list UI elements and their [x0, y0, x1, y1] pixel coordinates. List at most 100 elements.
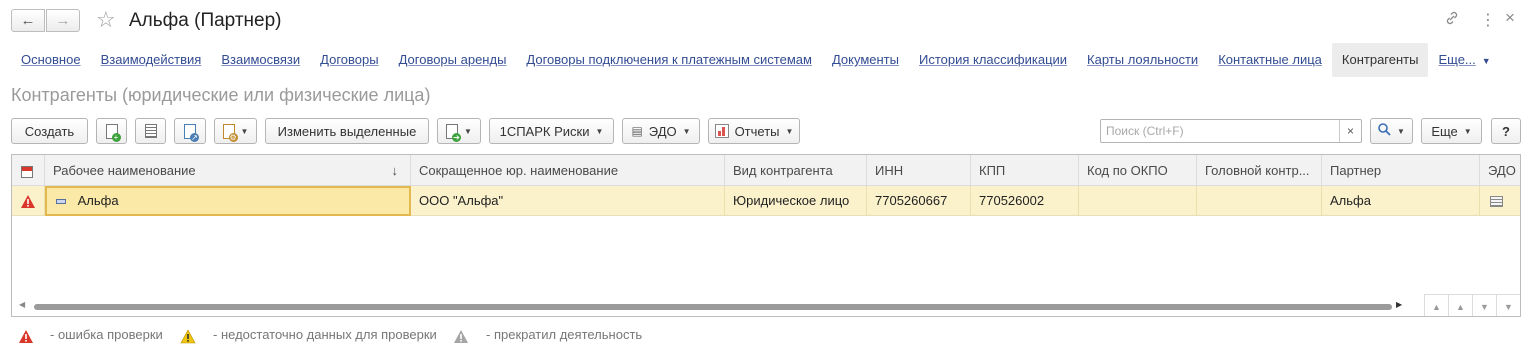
tab-payment-contracts[interactable]: Договоры подключения к платежным система…	[516, 43, 822, 77]
arrow-right-icon: →	[55, 12, 71, 29]
search-placeholder: Поиск (Ctrl+F)	[1106, 124, 1184, 138]
clear-search-button[interactable]: ×	[1339, 120, 1361, 142]
close-icon[interactable]: ×	[1505, 8, 1515, 28]
change-selected-label: Изменить выделенные	[277, 123, 417, 139]
row-kpp-cell[interactable]: 770526002	[971, 186, 1079, 216]
edo-label: ЭДО	[648, 123, 677, 139]
column-header-kpp[interactable]: КПП	[971, 155, 1079, 186]
column-header-inn[interactable]: ИНН	[867, 155, 971, 186]
section-title: Контрагенты (юридические или физические …	[11, 85, 431, 105]
stopped-triangle-icon	[454, 330, 468, 343]
column-header-short-name[interactable]: Сокращенное юр. наименование	[411, 155, 725, 186]
last-row-icon[interactable]: ▼	[1496, 295, 1520, 316]
chevron-down-icon: ▼	[785, 126, 794, 136]
document-export-icon: ↗	[184, 123, 199, 142]
error-triangle-icon	[19, 330, 33, 343]
tab-documents[interactable]: Документы	[822, 43, 909, 77]
more-button[interactable]: Еще ▼	[1421, 118, 1482, 144]
row-status-cell	[12, 186, 45, 216]
reports-label: Отчеты	[734, 123, 780, 139]
search-icon	[1378, 123, 1391, 139]
search-field[interactable]: Поиск (Ctrl+F) ×	[1100, 119, 1362, 143]
kebab-icon[interactable]: ⋮	[1480, 10, 1496, 30]
row-edo-cell[interactable]	[1480, 186, 1520, 216]
forward-button[interactable]: →	[46, 9, 80, 32]
column-header-kind[interactable]: Вид контрагента	[725, 155, 867, 186]
error-triangle-icon	[21, 195, 35, 209]
tab-loyalty-cards[interactable]: Карты лояльности	[1077, 43, 1208, 77]
prev-row-icon[interactable]: ▲	[1448, 295, 1472, 316]
tab-classification-history[interactable]: История классификации	[909, 43, 1077, 77]
tab-more[interactable]: Еще... ▼	[1428, 43, 1500, 77]
link-icon[interactable]	[1444, 10, 1460, 30]
scroll-left-icon[interactable]: ◀	[19, 300, 25, 309]
search-options-button[interactable]: ▼	[1370, 118, 1413, 144]
spark-risks-button[interactable]: 1СПАРК Риски ▼	[489, 118, 614, 144]
scrollbar-thumb[interactable]	[34, 304, 1392, 310]
row-inn-cell[interactable]: 7705260667	[867, 186, 971, 216]
export-button[interactable]: ↗	[174, 118, 206, 144]
column-header-okpo[interactable]: Код по ОКПО	[1079, 155, 1197, 186]
horizontal-scrollbar[interactable]: ◀ ▶	[12, 296, 1427, 316]
create-based-on-button[interactable]: ➔ ▼	[437, 118, 481, 144]
sort-arrow-icon: ↓	[391, 163, 399, 178]
warning-triangle-icon	[180, 329, 196, 344]
status-column-header[interactable]	[12, 155, 45, 186]
chevron-down-icon: ▼	[1397, 126, 1405, 136]
column-header-edo[interactable]: ЭДО	[1480, 155, 1520, 186]
scroll-right-icon[interactable]: ▶	[1396, 300, 1402, 309]
column-header-partner[interactable]: Партнер	[1322, 155, 1480, 186]
table-row[interactable]: Альфа ООО "Альфа" Юридическое лицо 77052…	[12, 186, 1520, 216]
tab-main[interactable]: Основное	[11, 43, 91, 77]
tab-counterparties[interactable]: Контрагенты	[1331, 43, 1429, 77]
column-header-label: Рабочее наименование	[53, 163, 196, 178]
page-title: Альфа (Партнер)	[129, 10, 282, 31]
chevron-down-icon: ▼	[464, 126, 472, 136]
chevron-down-icon: ▼	[682, 126, 691, 136]
help-button[interactable]: ?	[1491, 118, 1521, 144]
edo-icon: ▤	[631, 124, 643, 138]
tab-bar: Основное Взаимодействия Взаимосвязи Дого…	[11, 43, 1501, 77]
row-navigation: ▲ ▲ ▼ ▼	[1424, 294, 1520, 316]
tab-more-label: Еще...	[1438, 52, 1476, 67]
more-label: Еще	[1431, 123, 1458, 139]
arrow-left-icon: ←	[20, 12, 36, 29]
create-based-on-icon: ➔	[446, 123, 462, 142]
row-head-cell[interactable]	[1197, 186, 1322, 216]
row-kind-cell[interactable]: Юридическое лицо	[725, 186, 867, 216]
create-button[interactable]: Создать	[11, 118, 88, 144]
create-label: Создать	[24, 123, 75, 139]
tab-relations[interactable]: Взаимосвязи	[211, 43, 310, 77]
chevron-down-icon: ▼	[1463, 126, 1472, 136]
chevron-down-icon: ▼	[1481, 56, 1491, 66]
row-name: Альфа	[77, 193, 119, 208]
row-short-name-cell[interactable]: ООО "Альфа"	[411, 186, 725, 216]
edo-icon	[1490, 196, 1503, 208]
create-copy-button[interactable]: +	[96, 118, 127, 144]
help-label: ?	[1502, 123, 1510, 139]
table-header: Рабочее наименование ↓ Сокращенное юр. н…	[12, 155, 1520, 186]
column-header-head[interactable]: Головной контр...	[1197, 155, 1322, 186]
row-name-cell[interactable]: Альфа	[45, 186, 411, 216]
column-header-name[interactable]: Рабочее наименование ↓	[45, 155, 411, 186]
chevron-down-icon: ▼	[240, 126, 249, 136]
counterparties-table: Рабочее наименование ↓ Сокращенное юр. н…	[11, 154, 1521, 317]
row-okpo-cell[interactable]	[1079, 186, 1197, 216]
star-icon[interactable]: ☆	[96, 8, 116, 32]
row-partner-cell[interactable]: Альфа	[1322, 186, 1480, 216]
tab-interactions[interactable]: Взаимодействия	[91, 43, 212, 77]
first-row-icon[interactable]: ▲	[1424, 295, 1448, 316]
document-settings-icon: ⚙	[222, 123, 238, 142]
change-selected-button[interactable]: Изменить выделенные	[265, 118, 429, 144]
edo-button[interactable]: ▤ ЭДО ▼	[622, 118, 700, 144]
print-button[interactable]: ⚙ ▼	[214, 118, 257, 144]
tab-contracts[interactable]: Договоры	[310, 43, 388, 77]
next-row-icon[interactable]: ▼	[1472, 295, 1496, 316]
reports-button[interactable]: Отчеты ▼	[708, 118, 800, 144]
back-button[interactable]: ←	[11, 9, 45, 32]
list-view-button[interactable]	[135, 118, 166, 144]
legend-insufficient-label: - недостаточно данных для проверки	[213, 327, 437, 342]
chevron-down-icon: ▼	[595, 126, 604, 136]
tab-contacts[interactable]: Контактные лица	[1208, 43, 1332, 77]
tab-lease-contracts[interactable]: Договоры аренды	[389, 43, 517, 77]
